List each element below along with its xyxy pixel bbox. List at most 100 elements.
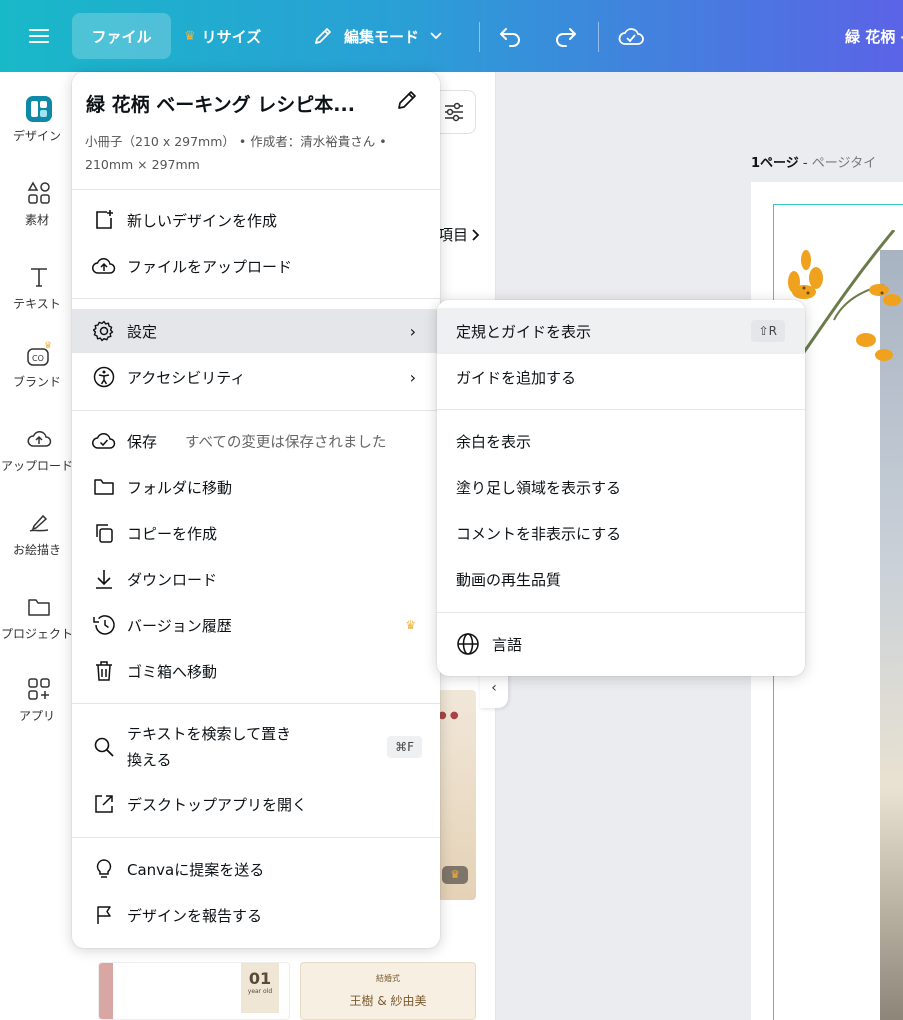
menu-item-move-folder[interactable]: フォルダに移動 <box>72 465 440 509</box>
menu-item-accessibility[interactable]: アクセシビリティ › <box>72 355 440 399</box>
menu-item-report-design[interactable]: デザインを報告する <box>72 893 440 937</box>
submenu-item-label: 塗り足し領域を表示する <box>456 478 622 497</box>
menu-divider <box>72 410 440 411</box>
submenu-item-label: ガイドを追加する <box>456 368 577 387</box>
shortcut-badge: ⌘F <box>387 736 422 758</box>
submenu-item-label: 言語 <box>492 635 523 654</box>
menu-icon[interactable] <box>22 13 56 59</box>
folder-icon <box>94 479 114 495</box>
rail-item-brand[interactable]: CO ♛ ブランド <box>0 340 78 390</box>
submenu-item-label: 定規とガイドを表示 <box>456 322 592 341</box>
submenu-item-video-quality[interactable]: 動画の再生品質 <box>437 556 805 602</box>
menu-divider <box>72 298 440 299</box>
submenu-item-language[interactable]: 言語 <box>437 621 805 667</box>
cloud-check-icon <box>92 432 116 449</box>
toolbar-divider <box>598 22 599 52</box>
design-meta: 小冊子（210 x 297mm） • 作成者：清水裕貴さん • 210mm × … <box>85 134 387 172</box>
rail-item-apps[interactable]: アプリ <box>0 674 78 724</box>
submenu-item-label: 余白を表示 <box>456 432 532 451</box>
file-menu: 緑 花柄 ベーキング レシピ本... 小冊子（210 x 297mm） • 作成… <box>72 72 440 948</box>
top-toolbar: ファイル ♛ リサイズ 編集モード 緑 花柄 - <box>0 0 903 72</box>
submenu-item-show-rulers[interactable]: 定規とガイドを表示 ⇧R <box>437 308 805 354</box>
menu-divider <box>72 837 440 838</box>
toolbar-divider <box>479 22 480 52</box>
chevron-right-icon: › <box>409 367 416 387</box>
menu-item-label: アクセシビリティ <box>127 368 246 387</box>
template-thumbnail[interactable]: 結婚式 王樹 & 紗由美 <box>300 962 476 1020</box>
document-title[interactable]: 緑 花柄 - <box>845 13 903 59</box>
menu-item-new-design[interactable]: 新しいデザインを作成 <box>72 198 440 242</box>
rail-item-projects[interactable]: プロジェクト <box>0 592 78 642</box>
rail-label: アプリ <box>18 709 55 723</box>
rail-label: お絵描き <box>12 543 61 557</box>
rail-item-upload[interactable]: アップロード <box>0 424 78 474</box>
lightbulb-icon <box>96 859 112 878</box>
menu-item-label: フォルダに移動 <box>127 478 233 497</box>
menu-divider <box>437 409 805 410</box>
crown-icon: ♛ <box>442 866 468 884</box>
menu-item-settings[interactable]: 設定 › <box>72 309 440 353</box>
edit-mode-button[interactable]: 編集モード <box>312 13 453 59</box>
menu-divider <box>72 189 440 190</box>
rail-label: デザイン <box>12 129 61 143</box>
menu-item-find-replace[interactable]: テキストを検索して置き 換える ⌘F <box>72 718 440 776</box>
redo-icon[interactable] <box>552 13 578 59</box>
rail-item-design[interactable]: デザイン <box>0 94 78 144</box>
menu-item-download[interactable]: ダウンロード <box>72 557 440 601</box>
menu-item-upload-file[interactable]: ファイルをアップロード <box>72 244 440 288</box>
rail-item-draw[interactable]: お絵描き <box>0 508 78 558</box>
rail-label: テキスト <box>13 297 61 311</box>
see-all-link[interactable]: 項目 <box>438 224 481 245</box>
submenu-item-hide-comments[interactable]: コメントを非表示にする <box>437 510 805 556</box>
rail-label: プロジェクト <box>0 627 73 641</box>
menu-item-move-trash[interactable]: ゴミ箱へ移動 <box>72 649 440 693</box>
download-icon <box>96 570 112 589</box>
svg-text:CO: CO <box>32 354 44 363</box>
rail-label: ブランド <box>12 375 61 389</box>
rename-pencil-icon[interactable] <box>395 88 419 112</box>
rail-item-elements[interactable]: 素材 <box>0 178 78 228</box>
resize-label: リサイズ <box>201 27 262 46</box>
resize-button[interactable]: ♛ リサイズ <box>184 13 261 59</box>
rail-label: アップロード <box>0 459 73 473</box>
template-thumbnail[interactable]: 01 year old <box>98 962 290 1020</box>
draw-icon <box>29 514 49 532</box>
guide-line <box>773 204 903 205</box>
thumbnail-number: 01 <box>248 969 272 988</box>
thumbnail-text: 王樹 & 紗由美 <box>349 994 427 1008</box>
menu-item-save[interactable]: 保存 すべての変更は保存されました <box>72 419 440 463</box>
submenu-item-show-bleed[interactable]: 塗り足し領域を表示する <box>437 464 805 510</box>
submenu-item-add-guides[interactable]: ガイドを追加する <box>437 354 805 400</box>
page-label[interactable]: 1ページ - ページタイ <box>751 152 876 171</box>
external-link-icon <box>95 795 113 813</box>
menu-item-open-desktop[interactable]: デスクトップアプリを開く <box>72 782 440 826</box>
text-icon <box>31 268 47 287</box>
cloud-saved-icon[interactable] <box>617 13 645 59</box>
rail-item-text[interactable]: テキスト <box>0 262 78 312</box>
design-title[interactable]: 緑 花柄 ベーキング レシピ本... <box>86 90 355 117</box>
gear-icon <box>93 320 114 342</box>
left-rail: デザイン 素材 テキスト CO ♛ ブランド アップロード お絵描き プロジェクト… <box>0 72 76 1020</box>
chevron-right-icon: › <box>409 321 416 341</box>
thumbnail-small-text: year old <box>247 988 273 995</box>
upload-icon <box>27 430 52 447</box>
new-design-icon <box>96 210 113 229</box>
submenu-item-show-margins[interactable]: 余白を表示 <box>437 418 805 464</box>
menu-divider <box>437 612 805 613</box>
page-title: ページタイ <box>811 156 877 171</box>
folder-icon <box>28 599 50 616</box>
chevron-right-icon <box>472 228 480 241</box>
template-thumbnail[interactable]: ● ● ♛ <box>438 690 476 900</box>
menu-item-send-feedback[interactable]: Canvaに提案を送る <box>72 847 440 891</box>
menu-item-make-copy[interactable]: コピーを作成 <box>72 511 440 555</box>
file-menu-button[interactable]: ファイル <box>72 13 171 59</box>
menu-item-label: バージョン履歴 <box>127 616 232 635</box>
menu-item-version-history[interactable]: バージョン履歴 ♛ <box>72 603 440 647</box>
svg-text:♛: ♛ <box>44 341 52 351</box>
save-status: すべての変更は保存されました <box>185 434 387 451</box>
menu-item-label: 保存 <box>127 432 158 451</box>
rail-label: 素材 <box>24 213 49 227</box>
undo-icon[interactable] <box>498 13 524 59</box>
thumbnail-text: 結婚式 <box>376 974 400 983</box>
sliders-icon <box>445 102 463 122</box>
